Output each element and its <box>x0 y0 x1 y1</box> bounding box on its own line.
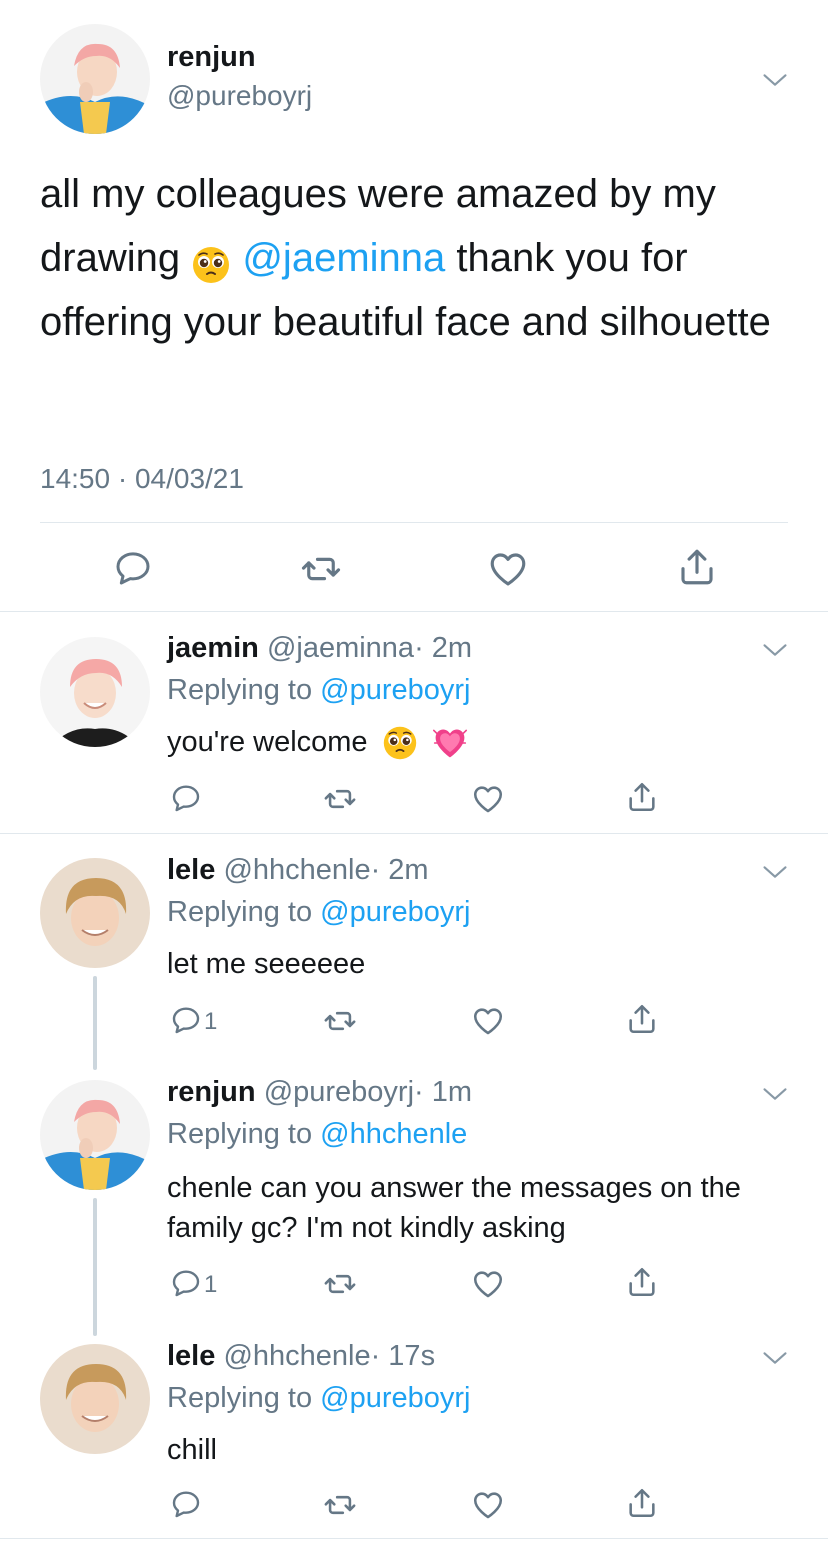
thread-line <box>93 976 97 1070</box>
chevron-down-icon[interactable] <box>761 636 789 664</box>
avatar-renjun-main[interactable] <box>40 24 150 134</box>
reply-time: · 17s <box>370 1340 436 1372</box>
replying-to-link[interactable]: @pureboyrj <box>320 674 470 706</box>
reply-icon[interactable] <box>170 1004 202 1036</box>
reply-author-handle[interactable]: @hhchenle <box>223 854 370 886</box>
reply-author-name[interactable]: lele <box>167 854 215 886</box>
tweet-timestamp[interactable]: 14:50 · 04/03/21 <box>40 463 244 495</box>
retweet-icon[interactable] <box>323 782 357 816</box>
replying-to-label: Replying to <box>167 896 321 928</box>
retweet-icon[interactable] <box>323 1004 357 1038</box>
replying-to-link[interactable]: @pureboyrj <box>320 1382 470 1414</box>
avatar-lele[interactable] <box>40 858 150 968</box>
pleading-face-icon <box>382 725 418 761</box>
reply-header: lele @hhchenle· 17s <box>167 1340 435 1373</box>
like-icon[interactable] <box>471 1004 505 1038</box>
replying-to-label: Replying to <box>167 674 321 706</box>
reply-author-name[interactable]: lele <box>167 1340 215 1372</box>
reply-icon[interactable] <box>170 1267 202 1299</box>
reply-author-handle[interactable]: @pureboyrj <box>264 1076 414 1108</box>
reply-text: let me seeeeee <box>167 948 366 980</box>
replying-to: Replying to @pureboyrj <box>167 674 471 707</box>
like-icon[interactable] <box>487 548 529 590</box>
reply-header: lele @hhchenle· 2m <box>167 854 429 887</box>
tweet-text: all my colleagues were amazed by my draw… <box>40 162 800 354</box>
like-icon[interactable] <box>471 782 505 816</box>
reply-text: you're welcome <box>167 722 767 762</box>
replying-to-label: Replying to <box>167 1382 321 1414</box>
chevron-down-icon[interactable] <box>761 1080 789 1108</box>
share-icon[interactable] <box>676 546 718 588</box>
retweet-icon[interactable] <box>323 1267 357 1301</box>
replying-to: Replying to @hhchenle <box>167 1118 467 1151</box>
reply-icon[interactable] <box>170 782 202 814</box>
share-icon[interactable] <box>625 780 659 814</box>
reply-author-name[interactable]: jaemin <box>167 632 259 664</box>
replying-to-label: Replying to <box>167 1118 321 1150</box>
divider <box>40 522 788 523</box>
reply-author-handle[interactable]: @jaeminna <box>267 632 414 664</box>
reply-header: renjun @pureboyrj· 1m <box>167 1076 472 1109</box>
avatar-jaemin[interactable] <box>40 637 150 747</box>
growing-heart-icon <box>432 725 468 761</box>
reply-count: 1 <box>204 1008 218 1035</box>
reply-icon[interactable] <box>170 1488 202 1520</box>
chevron-down-icon[interactable] <box>761 66 789 94</box>
author-handle[interactable]: @pureboyrj <box>167 80 312 112</box>
chevron-down-icon[interactable] <box>761 858 789 886</box>
thread-line <box>93 1198 97 1336</box>
reply-time: · 1m <box>414 1076 473 1108</box>
avatar-renjun[interactable] <box>40 1080 150 1190</box>
author-name[interactable]: renjun <box>167 41 256 74</box>
reply-text: chill <box>167 1434 217 1466</box>
chevron-down-icon[interactable] <box>761 1344 789 1372</box>
like-icon[interactable] <box>471 1488 505 1522</box>
divider <box>0 833 828 834</box>
reply-time: · 2m <box>370 854 429 886</box>
share-icon[interactable] <box>625 1002 659 1036</box>
mention-link[interactable]: @jaeminna <box>242 236 445 280</box>
reply-author-handle[interactable]: @hhchenle <box>223 1340 370 1372</box>
divider <box>0 611 828 612</box>
like-icon[interactable] <box>471 1267 505 1301</box>
share-icon[interactable] <box>625 1265 659 1299</box>
reply-text-content: you're welcome <box>167 726 368 758</box>
replying-to-link[interactable]: @hhchenle <box>320 1118 467 1150</box>
reply-count: 1 <box>204 1271 218 1298</box>
reply-time: · 2m <box>414 632 473 664</box>
reply-text: chenle can you answer the messages on th… <box>167 1172 741 1244</box>
retweet-icon[interactable] <box>300 548 342 590</box>
reply-header: jaemin @jaeminna· 2m <box>167 632 472 665</box>
replying-to-link[interactable]: @pureboyrj <box>320 896 470 928</box>
divider <box>0 1538 828 1539</box>
avatar-lele[interactable] <box>40 1344 150 1454</box>
retweet-icon[interactable] <box>323 1488 357 1522</box>
reply-icon[interactable] <box>113 548 153 588</box>
replying-to: Replying to @pureboyrj <box>167 896 471 929</box>
replying-to: Replying to @pureboyrj <box>167 1382 471 1415</box>
reply-author-name[interactable]: renjun <box>167 1076 256 1108</box>
pleading-face-icon <box>191 240 231 280</box>
share-icon[interactable] <box>625 1486 659 1520</box>
